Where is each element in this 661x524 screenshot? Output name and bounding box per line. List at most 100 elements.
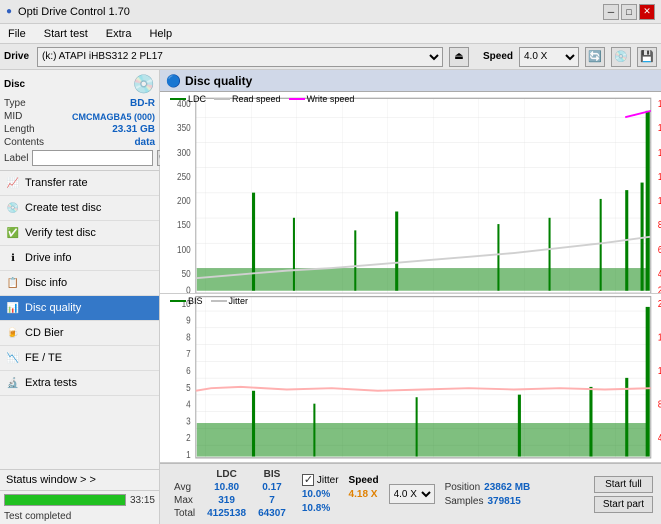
create-test-disc-icon: 💿 — [6, 201, 20, 215]
position-section: Position 23862 MB Samples 379815 — [445, 482, 531, 507]
disc-info-panel: Disc 💿 Type BD-R MID CMCMAGBA5 (000) Len… — [0, 70, 159, 171]
disc-quality-header: 🔵 Disc quality — [160, 70, 661, 92]
minimize-button[interactable]: ─ — [603, 4, 619, 20]
total-label: Total — [168, 507, 201, 520]
transfer-rate-icon: 📈 — [6, 176, 20, 190]
progress-time: 33:15 — [130, 495, 155, 506]
svg-text:2: 2 — [186, 432, 191, 443]
ldc-legend-item: LDC — [170, 94, 206, 104]
bis-legend-color — [170, 300, 186, 302]
svg-text:50: 50 — [182, 268, 191, 279]
ldc-chart-svg: 400 350 300 250 200 150 100 50 0 18X 16X… — [160, 92, 661, 293]
read-speed-legend-item: Read speed — [214, 94, 281, 104]
cd-bier-label: CD Bier — [25, 327, 64, 339]
save-button[interactable]: 💾 — [637, 47, 657, 67]
max-row: Max 319 7 — [168, 494, 292, 507]
svg-text:1: 1 — [186, 449, 191, 460]
disc-info-icon: 📋 — [6, 276, 20, 290]
start-full-button[interactable]: Start full — [594, 476, 653, 493]
type-label: Type — [4, 98, 26, 109]
refresh-button[interactable]: 🔄 — [585, 47, 605, 67]
progress-bar-fill — [5, 495, 125, 505]
drive-info-label: Drive info — [25, 252, 71, 264]
sidebar-item-disc-info[interactable]: 📋 Disc info — [0, 271, 159, 296]
position-label: Position — [445, 482, 481, 493]
read-speed-legend-label: Read speed — [232, 94, 281, 104]
status-bar: Status window > > 33:15 Test completed — [0, 469, 159, 524]
read-speed-legend-color — [214, 98, 230, 100]
svg-text:9: 9 — [186, 315, 191, 326]
fe-te-label: FE / TE — [25, 352, 62, 364]
verify-test-disc-label: Verify test disc — [25, 227, 96, 239]
cd-bier-icon: 🍺 — [6, 326, 20, 340]
samples-label: Samples — [445, 496, 484, 507]
extra-tests-label: Extra tests — [25, 377, 77, 389]
menu-start-test[interactable]: Start test — [40, 27, 92, 41]
ldc-legend-color — [170, 98, 186, 100]
sidebar-item-cd-bier[interactable]: 🍺 CD Bier — [0, 321, 159, 346]
svg-text:150: 150 — [177, 219, 191, 230]
position-row: Position 23862 MB — [445, 482, 531, 493]
sidebar-item-verify-test-disc[interactable]: ✅ Verify test disc — [0, 221, 159, 246]
bis-chart-svg: 10 9 8 7 6 5 4 3 2 1 20% 16% 12% — [160, 294, 661, 462]
menu-bar: File Start test Extra Help — [0, 24, 661, 44]
stats-bottom-bar: LDC BIS Avg 10.80 0.17 Max — [160, 463, 661, 524]
bis-col-header: BIS — [252, 468, 292, 481]
max-label: Max — [168, 494, 201, 507]
type-value: BD-R — [130, 98, 155, 109]
speed-select-top[interactable]: 4.0 X — [519, 47, 579, 67]
max-bis: 7 — [252, 494, 292, 507]
menu-help[interactable]: Help — [145, 27, 176, 41]
sidebar-item-extra-tests[interactable]: 🔬 Extra tests — [0, 371, 159, 396]
drive-select[interactable]: (k:) ATAPI iHBS312 2 PL17 — [37, 47, 443, 67]
write-speed-legend-item: Write speed — [289, 94, 355, 104]
contents-label: Contents — [4, 137, 44, 148]
sidebar-nav: 📈 Transfer rate 💿 Create test disc ✅ Ver… — [0, 171, 159, 469]
bis-chart: BIS Jitter — [160, 294, 661, 463]
status-window-button[interactable]: Status window > > — [0, 470, 159, 491]
disc-button[interactable]: 💿 — [611, 47, 631, 67]
sidebar-item-transfer-rate[interactable]: 📈 Transfer rate — [0, 171, 159, 196]
close-button[interactable]: ✕ — [639, 4, 655, 20]
drive-label: Drive — [4, 51, 29, 62]
jitter-legend-color — [211, 300, 227, 302]
menu-file[interactable]: File — [4, 27, 30, 41]
speed-label: Speed — [483, 51, 513, 62]
speed-select-stats[interactable]: 4.0 X 1.0 X 2.0 X 6.0 X 8.0 X — [389, 484, 435, 504]
drive-bar: Drive (k:) ATAPI iHBS312 2 PL17 ⏏ Speed … — [0, 44, 661, 70]
sidebar-item-fe-te[interactable]: 📉 FE / TE — [0, 346, 159, 371]
disc-quality-header-icon: 🔵 — [166, 74, 181, 88]
label-input[interactable] — [32, 150, 153, 166]
avg-bis: 0.17 — [252, 481, 292, 494]
maximize-button[interactable]: □ — [621, 4, 637, 20]
sidebar-item-create-test-disc[interactable]: 💿 Create test disc — [0, 196, 159, 221]
total-row: Total 4125138 64307 — [168, 507, 292, 520]
start-part-button[interactable]: Start part — [594, 496, 653, 513]
action-buttons: Start full Start part — [594, 476, 653, 513]
jitter-header: Jitter — [302, 474, 339, 486]
ldc-col-header: LDC — [201, 468, 252, 481]
jitter-legend-label: Jitter — [229, 296, 249, 306]
svg-text:7: 7 — [186, 349, 191, 360]
sidebar-item-disc-quality[interactable]: 📊 Disc quality — [0, 296, 159, 321]
label-label: Label — [4, 153, 28, 164]
disc-quality-icon: 📊 — [6, 301, 20, 315]
speed-section: Speed 4.18 X — [349, 475, 379, 514]
total-bis: 64307 — [252, 507, 292, 520]
max-ldc: 319 — [201, 494, 252, 507]
eject-button[interactable]: ⏏ — [449, 47, 469, 67]
svg-text:3: 3 — [186, 416, 191, 427]
samples-row: Samples 379815 — [445, 496, 531, 507]
length-value: 23.31 GB — [112, 124, 155, 135]
jitter-checkbox[interactable] — [302, 474, 314, 486]
sidebar-item-drive-info[interactable]: ℹ Drive info — [0, 246, 159, 271]
mid-label: MID — [4, 111, 22, 122]
total-ldc: 4125138 — [201, 507, 252, 520]
svg-text:8: 8 — [186, 332, 191, 343]
progress-bar-container — [4, 494, 126, 506]
menu-extra[interactable]: Extra — [102, 27, 136, 41]
avg-row: Avg 10.80 0.17 — [168, 481, 292, 494]
right-content: 🔵 Disc quality LDC Read speed — [160, 70, 661, 524]
jitter-label: Jitter — [317, 475, 339, 486]
title-bar: ● Opti Drive Control 1.70 — [6, 6, 130, 18]
